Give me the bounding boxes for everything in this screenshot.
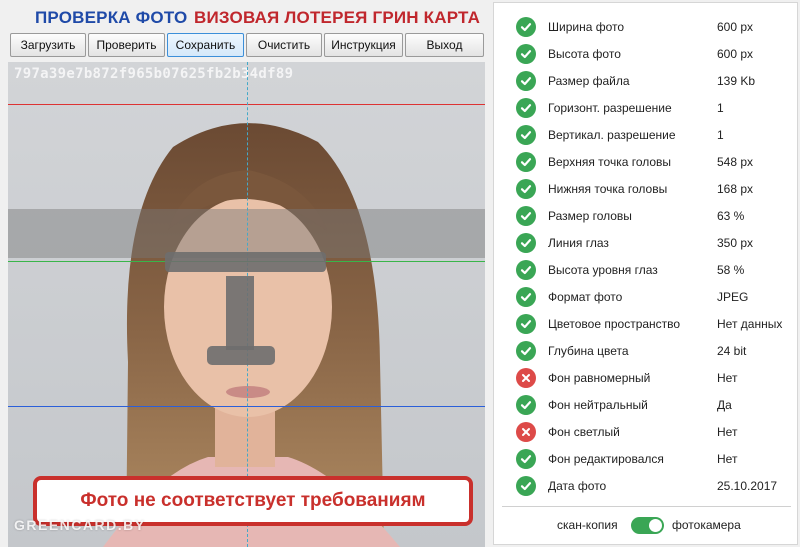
cross-icon bbox=[516, 368, 536, 388]
app-header: ПРОВЕРКА ФОТО ВИЗОВАЯ ЛОТЕРЕЯ ГРИН КАРТА bbox=[0, 0, 492, 32]
param-value: Да bbox=[717, 398, 732, 412]
param-label: Фон нейтральный bbox=[548, 398, 648, 412]
param-value: 1 bbox=[717, 128, 724, 142]
check-icon bbox=[516, 476, 536, 496]
check-icon bbox=[516, 125, 536, 145]
param-label: Ширина фото bbox=[548, 20, 625, 34]
param-label: Верхняя точка головы bbox=[548, 155, 672, 169]
check-icon bbox=[516, 260, 536, 280]
toggle-knob bbox=[649, 519, 662, 532]
watermark: GREENCARD.BY bbox=[14, 517, 146, 533]
save-button[interactable]: Сохранить bbox=[167, 33, 244, 57]
check-icon bbox=[516, 395, 536, 415]
param-label: Высота уровня глаз bbox=[548, 263, 658, 277]
param-value: Нет bbox=[717, 452, 738, 466]
param-row: Фон нейтральный Да bbox=[494, 391, 799, 418]
param-value: JPEG bbox=[717, 290, 749, 304]
param-value: 58 % bbox=[717, 263, 745, 277]
param-row: Горизонт. разрешение 1 bbox=[494, 94, 799, 121]
param-label: Цветовое пространство bbox=[548, 317, 681, 331]
scan-copy-label: скан-копия bbox=[557, 518, 618, 532]
param-row: Дата фото 25.10.2017 bbox=[494, 472, 799, 499]
param-row: Размер файла 139 Kb bbox=[494, 67, 799, 94]
check-icon bbox=[516, 341, 536, 361]
camera-label: фотокамера bbox=[672, 518, 741, 532]
param-value: 600 px bbox=[717, 20, 754, 34]
check-icon bbox=[516, 287, 536, 307]
param-label: Формат фото bbox=[548, 290, 623, 304]
check-icon bbox=[516, 152, 536, 172]
param-label: Глубина цвета bbox=[548, 344, 629, 358]
param-value: 24 bit bbox=[717, 344, 747, 358]
clear-button[interactable]: Очистить bbox=[246, 33, 322, 57]
param-value: Нет данных bbox=[717, 317, 783, 331]
app-title-lottery: ВИЗОВАЯ ЛОТЕРЕЯ ГРИН КАРТА bbox=[194, 8, 481, 27]
nose-marker bbox=[226, 276, 254, 350]
param-row: Верхняя точка головы 548 px bbox=[494, 148, 799, 175]
check-icon bbox=[516, 206, 536, 226]
param-label: Фон светлый bbox=[548, 425, 620, 439]
param-value: Нет bbox=[717, 425, 738, 439]
param-row: Фон редактировался Нет bbox=[494, 445, 799, 472]
param-value: 1 bbox=[717, 101, 724, 115]
check-icon bbox=[516, 179, 536, 199]
param-row: Фон равномерный Нет bbox=[494, 364, 799, 391]
param-row: Ширина фото 600 px bbox=[494, 13, 799, 40]
photo-preview: 797a39e7b872f965b07625fb2b34df89 Фото не… bbox=[8, 62, 485, 547]
param-value: 139 Kb bbox=[717, 74, 756, 88]
check-icon bbox=[516, 98, 536, 118]
param-value: 350 px bbox=[717, 236, 754, 250]
check-icon bbox=[516, 71, 536, 91]
check-icon bbox=[516, 449, 536, 469]
param-label: Горизонт. разрешение bbox=[548, 101, 672, 115]
param-row: Высота фото 600 px bbox=[494, 40, 799, 67]
source-toggle-switch[interactable] bbox=[631, 517, 664, 534]
param-value: 63 % bbox=[717, 209, 745, 223]
param-label: Размер головы bbox=[548, 209, 632, 223]
param-label: Нижняя точка головы bbox=[548, 182, 668, 196]
exit-button[interactable]: Выход bbox=[405, 33, 484, 57]
check-button[interactable]: Проверить bbox=[88, 33, 165, 57]
check-icon bbox=[516, 233, 536, 253]
manual-button[interactable]: Инструкция bbox=[324, 33, 403, 57]
mouth-marker bbox=[207, 346, 275, 365]
param-row: Глубина цвета 24 bit bbox=[494, 337, 799, 364]
toolbar: Загрузить Проверить Сохранить Очистить И… bbox=[10, 33, 486, 57]
param-value: 548 px bbox=[717, 155, 754, 169]
check-results-panel: Ширина фото 600 px Высота фото 600 px Ра… bbox=[493, 2, 798, 545]
param-row: Фон светлый Нет bbox=[494, 418, 799, 445]
param-row: Размер головы 63 % bbox=[494, 202, 799, 229]
panel-divider bbox=[502, 506, 791, 507]
load-button[interactable]: Загрузить bbox=[10, 33, 86, 57]
photo-hash: 797a39e7b872f965b07625fb2b34df89 bbox=[14, 66, 294, 82]
param-row: Цветовое пространство Нет данных bbox=[494, 310, 799, 337]
param-label: Дата фото bbox=[548, 479, 607, 493]
check-icon bbox=[516, 314, 536, 334]
param-label: Линия глаз bbox=[548, 236, 609, 250]
param-label: Высота фото bbox=[548, 47, 621, 61]
param-value: 168 px bbox=[717, 182, 754, 196]
param-value: 600 px bbox=[717, 47, 754, 61]
param-row: Линия глаз 350 px bbox=[494, 229, 799, 256]
check-icon bbox=[516, 17, 536, 37]
eye-marker bbox=[165, 252, 326, 272]
app-title-check: ПРОВЕРКА ФОТО bbox=[35, 8, 188, 27]
param-value: 25.10.2017 bbox=[717, 479, 778, 493]
param-label: Фон равномерный bbox=[548, 371, 651, 385]
param-row: Высота уровня глаз 58 % bbox=[494, 256, 799, 283]
cross-icon bbox=[516, 422, 536, 442]
source-toggle-row: скан-копия фотокамера bbox=[494, 513, 799, 537]
param-label: Вертикал. разрешение bbox=[548, 128, 676, 142]
param-value: Нет bbox=[717, 371, 738, 385]
check-icon bbox=[516, 44, 536, 64]
param-row: Вертикал. разрешение 1 bbox=[494, 121, 799, 148]
param-label: Размер файла bbox=[548, 74, 630, 88]
param-row: Формат фото JPEG bbox=[494, 283, 799, 310]
param-label: Фон редактировался bbox=[548, 452, 664, 466]
param-row: Нижняя точка головы 168 px bbox=[494, 175, 799, 202]
